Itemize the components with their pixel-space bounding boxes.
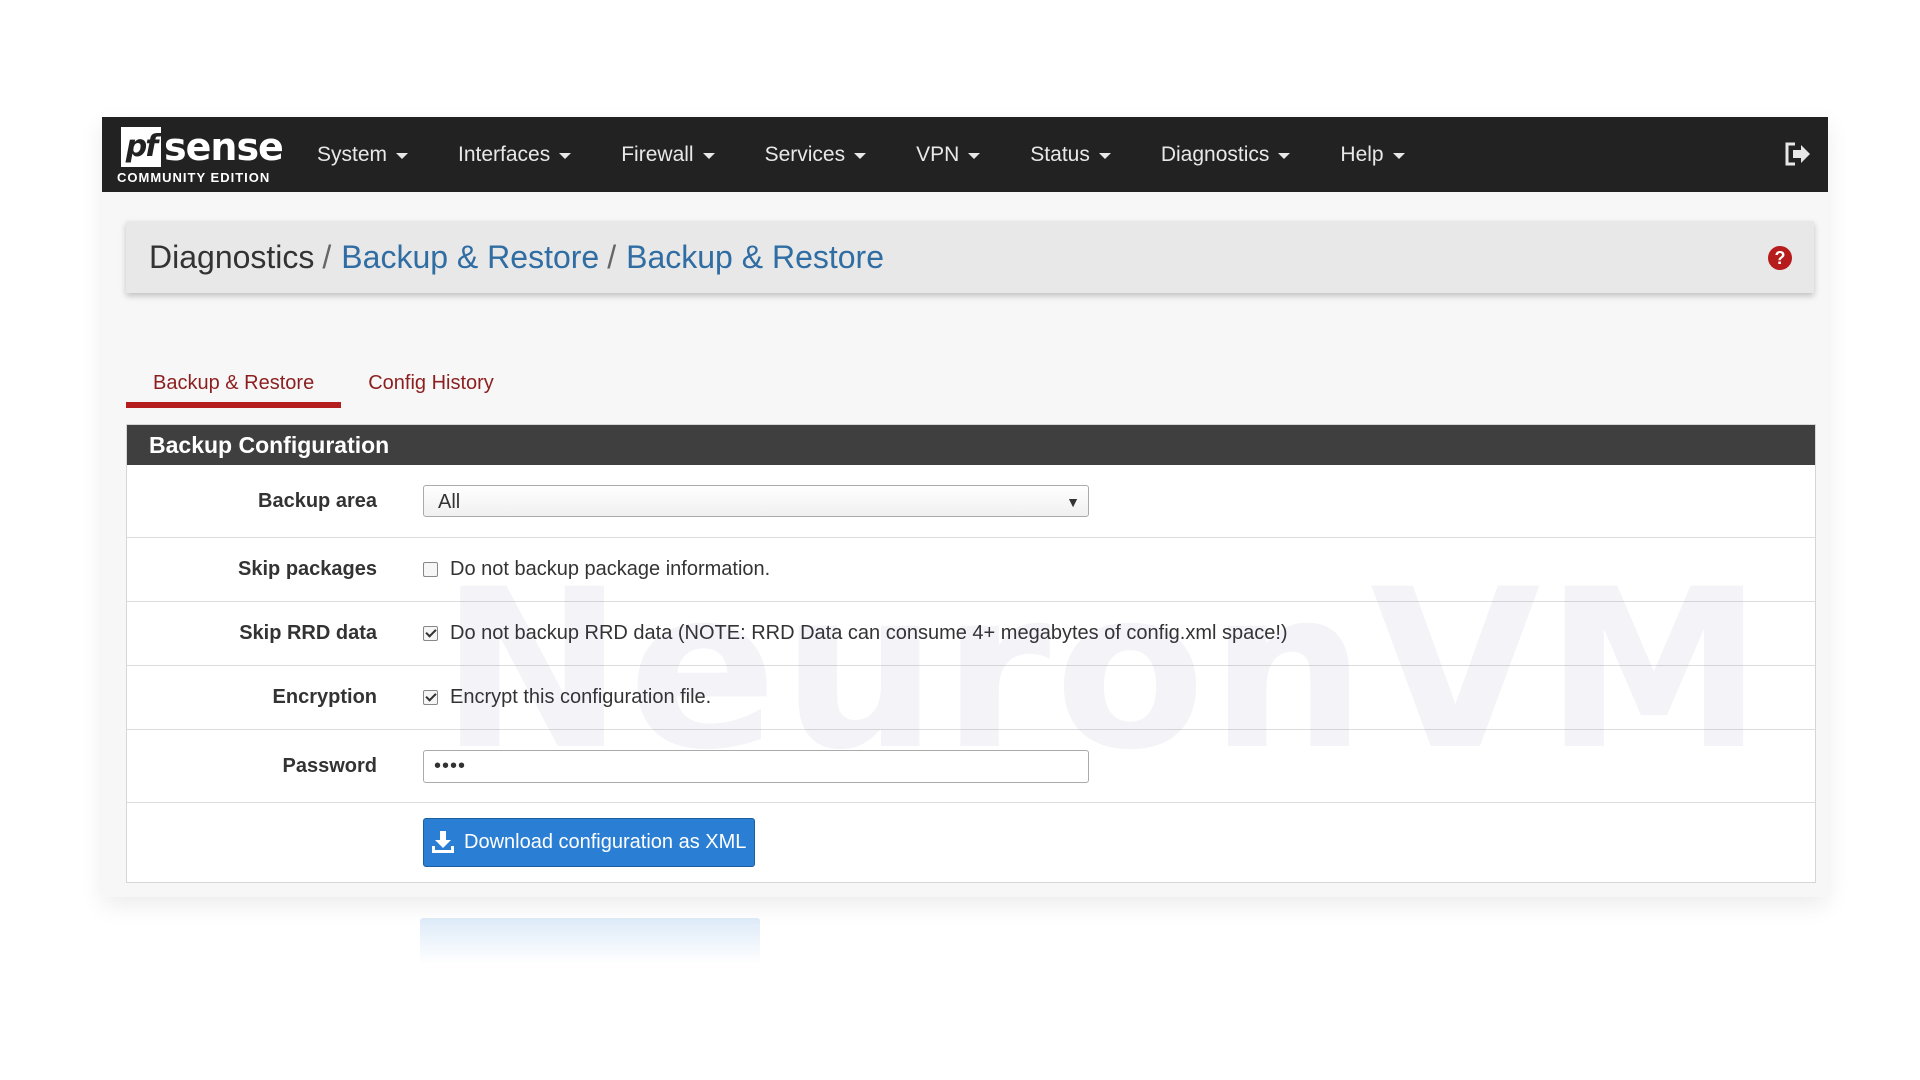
- backup-area-label: Backup area: [258, 489, 377, 512]
- breadcrumb: Diagnostics / Backup & Restore / Backup …: [126, 221, 1814, 293]
- menu-label: Diagnostics: [1160, 142, 1270, 166]
- top-navbar: pf sense COMMUNITY EDITION System Interf…: [102, 117, 1828, 192]
- row-download: Download configuration as XML: [127, 803, 1815, 881]
- question-circle-icon[interactable]: ?: [1768, 246, 1792, 270]
- caret-down-icon: [854, 152, 867, 159]
- caret-down-icon: [702, 152, 715, 159]
- caret-down-icon: [968, 152, 981, 159]
- menu-label: Help: [1340, 142, 1384, 166]
- backup-area-value: All: [438, 491, 461, 513]
- caret-down-icon: [1278, 152, 1291, 159]
- row-password: Password ••••: [127, 730, 1815, 803]
- encryption-text: Encrypt this configuration file.: [450, 686, 712, 708]
- breadcrumb-root: Diagnostics: [149, 238, 315, 275]
- backup-configuration-panel: Backup Configuration Backup area All ▼ S…: [126, 424, 1816, 883]
- breadcrumb-separator: /: [322, 238, 332, 275]
- breadcrumb-link-current[interactable]: Backup & Restore: [626, 239, 884, 276]
- row-backup-area: Backup area All ▼: [127, 465, 1815, 538]
- button-reflection: [420, 918, 760, 964]
- menu-label: Status: [1030, 142, 1090, 166]
- select-arrow-icon: ▼: [1066, 494, 1080, 510]
- backup-area-select[interactable]: All ▼: [423, 485, 1089, 517]
- tab-backup-restore[interactable]: Backup & Restore: [126, 335, 342, 408]
- main-menu: System Interfaces Firewall Services VPN …: [292, 117, 1430, 192]
- skip-packages-checkbox[interactable]: [423, 562, 438, 577]
- logo-edition: COMMUNITY EDITION: [117, 170, 271, 185]
- caret-down-icon: [1392, 152, 1405, 159]
- skip-rrd-label: Skip RRD data: [239, 622, 377, 644]
- menu-label: VPN: [916, 142, 960, 166]
- row-skip-rrd: Skip RRD data Do not backup RRD data (NO…: [127, 602, 1815, 666]
- menu-firewall[interactable]: Firewall: [596, 117, 739, 192]
- logo-brand-text: sense: [164, 125, 284, 169]
- download-config-button[interactable]: Download configuration as XML: [423, 817, 756, 867]
- download-button-label: Download configuration as XML: [464, 830, 747, 853]
- breadcrumb-separator: /: [607, 238, 617, 275]
- breadcrumb-link-backup-restore[interactable]: Backup & Restore: [341, 239, 599, 276]
- download-icon: [432, 831, 454, 853]
- skip-packages-label: Skip packages: [238, 558, 377, 580]
- menu-label: Interfaces: [458, 142, 551, 166]
- menu-status[interactable]: Status: [1005, 117, 1136, 192]
- menu-system[interactable]: System: [292, 117, 433, 192]
- encryption-label: Encryption: [272, 686, 377, 708]
- caret-down-icon: [1098, 152, 1111, 159]
- menu-interfaces[interactable]: Interfaces: [433, 117, 596, 192]
- sign-out-icon[interactable]: [1784, 141, 1812, 167]
- tab-config-history[interactable]: Config History: [341, 335, 521, 395]
- menu-help[interactable]: Help: [1315, 117, 1429, 192]
- panel-heading: Backup Configuration: [127, 425, 1815, 465]
- tab-bar: Backup & Restore Config History: [126, 335, 521, 408]
- menu-services[interactable]: Services: [740, 117, 892, 192]
- caret-down-icon: [559, 152, 572, 159]
- menu-label: Firewall: [621, 142, 694, 166]
- pfsense-logo[interactable]: pf sense COMMUNITY EDITION: [102, 117, 292, 192]
- password-label: Password: [282, 754, 377, 777]
- menu-label: Services: [764, 142, 846, 166]
- row-skip-packages: Skip packages Do not backup package info…: [127, 538, 1815, 602]
- caret-down-icon: [396, 152, 409, 159]
- logo-pf-mark: pf: [121, 127, 161, 167]
- app-window: pf sense COMMUNITY EDITION System Interf…: [102, 117, 1828, 897]
- password-input[interactable]: ••••: [423, 749, 1089, 783]
- menu-label: System: [317, 142, 388, 166]
- menu-diagnostics[interactable]: Diagnostics: [1136, 117, 1316, 192]
- skip-rrd-text: Do not backup RRD data (NOTE: RRD Data c…: [450, 622, 1288, 644]
- menu-vpn[interactable]: VPN: [891, 117, 1005, 192]
- encryption-checkbox[interactable]: [423, 690, 438, 705]
- row-encryption: Encryption Encrypt this configuration fi…: [127, 666, 1815, 730]
- skip-rrd-checkbox[interactable]: [423, 626, 438, 641]
- skip-packages-text: Do not backup package information.: [450, 558, 771, 580]
